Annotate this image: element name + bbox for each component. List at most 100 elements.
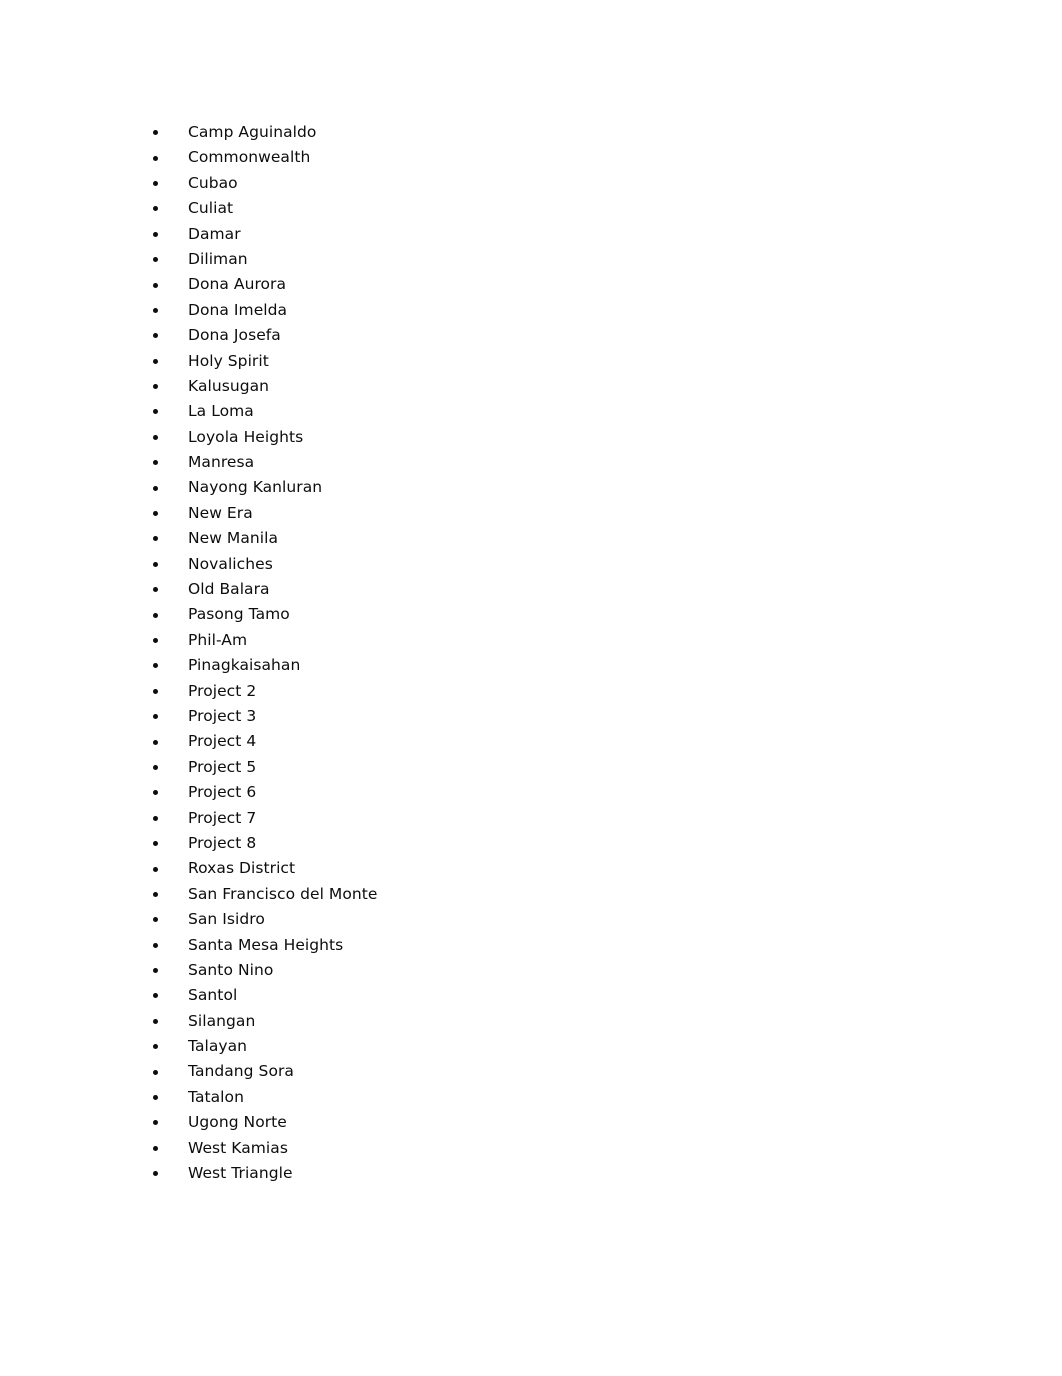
list-item: San Francisco del Monte	[0, 882, 1062, 907]
disc-bullet-icon	[153, 155, 158, 161]
list-item: Old Balara	[0, 577, 1062, 602]
disc-bullet-icon	[153, 485, 158, 491]
list-item-label: Project 7	[188, 808, 257, 827]
list-item: Manresa	[0, 450, 1062, 475]
list-item-label: Dona Imelda	[188, 300, 288, 319]
list-item: Loyola Heights	[0, 425, 1062, 450]
document-body: Camp Aguinaldo Commonwealth Cubao Culiat Dam…	[0, 0, 1062, 1186]
list-item: Talayan	[0, 1034, 1062, 1059]
list-item-label: Damar	[188, 224, 241, 243]
disc-bullet-icon	[153, 917, 158, 923]
disc-bullet-icon	[153, 384, 158, 390]
disc-bullet-icon	[153, 307, 158, 313]
list-item-label: Project 4	[188, 732, 257, 751]
disc-bullet-icon	[153, 257, 158, 263]
list-item-label: Project 5	[188, 757, 257, 776]
list-item-label: Commonwealth	[188, 148, 311, 167]
list-item-label: West Kamias	[188, 1138, 288, 1157]
bulleted-list: Camp Aguinaldo Commonwealth Cubao Culiat Dam…	[0, 120, 1062, 1186]
list-item: Dona Imelda	[0, 298, 1062, 323]
disc-bullet-icon	[153, 130, 158, 136]
list-item: Dona Aurora	[0, 272, 1062, 297]
list-item-label: Project 2	[188, 681, 257, 700]
list-item: Project 8	[0, 831, 1062, 856]
list-item: Pasong Tamo	[0, 602, 1062, 627]
list-item: Project 5	[0, 755, 1062, 780]
list-item-label: Tandang Sora	[188, 1062, 294, 1081]
disc-bullet-icon	[153, 1145, 158, 1151]
disc-bullet-icon	[153, 688, 158, 694]
disc-bullet-icon	[153, 866, 158, 872]
list-item-label: Project 8	[188, 833, 257, 852]
disc-bullet-icon	[153, 841, 158, 847]
document-page: Camp Aguinaldo Commonwealth Cubao Culiat Dam…	[0, 0, 1062, 1376]
list-item: Project 7	[0, 806, 1062, 831]
list-item-label: Loyola Heights	[188, 427, 304, 446]
list-item: Santol	[0, 983, 1062, 1008]
disc-bullet-icon	[153, 587, 158, 593]
disc-bullet-icon	[153, 714, 158, 720]
list-item: Nayong Kanluran	[0, 475, 1062, 500]
list-item: Project 3	[0, 704, 1062, 729]
list-item: West Kamias	[0, 1136, 1062, 1161]
list-item-label: West Triangle	[188, 1164, 293, 1183]
list-item-label: Old Balara	[188, 580, 270, 599]
disc-bullet-icon	[153, 739, 158, 745]
list-item: San Isidro	[0, 907, 1062, 932]
disc-bullet-icon	[153, 815, 158, 821]
list-item-label: San Francisco del Monte	[188, 884, 378, 903]
list-item-label: Santol	[188, 986, 238, 1005]
disc-bullet-icon	[153, 1120, 158, 1126]
list-item-label: Phil-Am	[188, 630, 248, 649]
list-item-label: Holy Spirit	[188, 351, 269, 370]
disc-bullet-icon	[153, 1095, 158, 1101]
list-item-label: Culiat	[188, 199, 234, 218]
list-item-label: La Loma	[188, 402, 254, 421]
list-item: Damar	[0, 222, 1062, 247]
list-item: New Manila	[0, 526, 1062, 551]
list-item: Roxas District	[0, 856, 1062, 881]
list-item: Culiat	[0, 196, 1062, 221]
list-item-label: San Isidro	[188, 910, 265, 929]
disc-bullet-icon	[153, 231, 158, 237]
disc-bullet-icon	[153, 638, 158, 643]
disc-bullet-icon	[153, 942, 158, 948]
disc-bullet-icon	[153, 891, 158, 897]
list-item: La Loma	[0, 399, 1062, 424]
list-item-label: New Manila	[188, 529, 279, 548]
list-item: Project 2	[0, 679, 1062, 704]
list-item-label: Project 6	[188, 783, 257, 802]
disc-bullet-icon	[153, 511, 158, 517]
list-item-label: Cubao	[188, 173, 238, 192]
disc-bullet-icon	[153, 409, 158, 415]
list-item-label: Tatalon	[188, 1087, 244, 1106]
disc-bullet-icon	[153, 460, 158, 466]
disc-bullet-icon	[153, 206, 158, 212]
disc-bullet-icon	[153, 180, 158, 186]
list-item-label: Kalusugan	[188, 376, 270, 395]
list-item: Project 6	[0, 780, 1062, 805]
list-item: New Era	[0, 501, 1062, 526]
list-item-label: Silangan	[188, 1011, 256, 1030]
disc-bullet-icon	[153, 282, 158, 288]
list-item-label: Camp Aguinaldo	[188, 123, 317, 141]
list-item-label: Dona Aurora	[188, 275, 287, 294]
disc-bullet-icon	[153, 790, 158, 796]
disc-bullet-icon	[153, 764, 158, 770]
list-item: Silangan	[0, 1009, 1062, 1034]
list-item: Holy Spirit	[0, 349, 1062, 374]
disc-bullet-icon	[153, 1069, 158, 1075]
list-item-label: New Era	[188, 503, 253, 522]
list-item-label: Pinagkaisahan	[188, 656, 301, 675]
list-item: Cubao	[0, 171, 1062, 196]
list-item: Santo Nino	[0, 958, 1062, 983]
list-item-label: Talayan	[188, 1037, 248, 1056]
list-item-label: Pasong Tamo	[188, 605, 290, 624]
disc-bullet-icon	[153, 536, 158, 542]
list-item: Novaliches	[0, 552, 1062, 577]
list-item: Phil-Am	[0, 628, 1062, 653]
list-item: Project 4	[0, 729, 1062, 754]
list-item-label: Santo Nino	[188, 960, 274, 979]
disc-bullet-icon	[153, 434, 158, 440]
list-item: Kalusugan	[0, 374, 1062, 399]
